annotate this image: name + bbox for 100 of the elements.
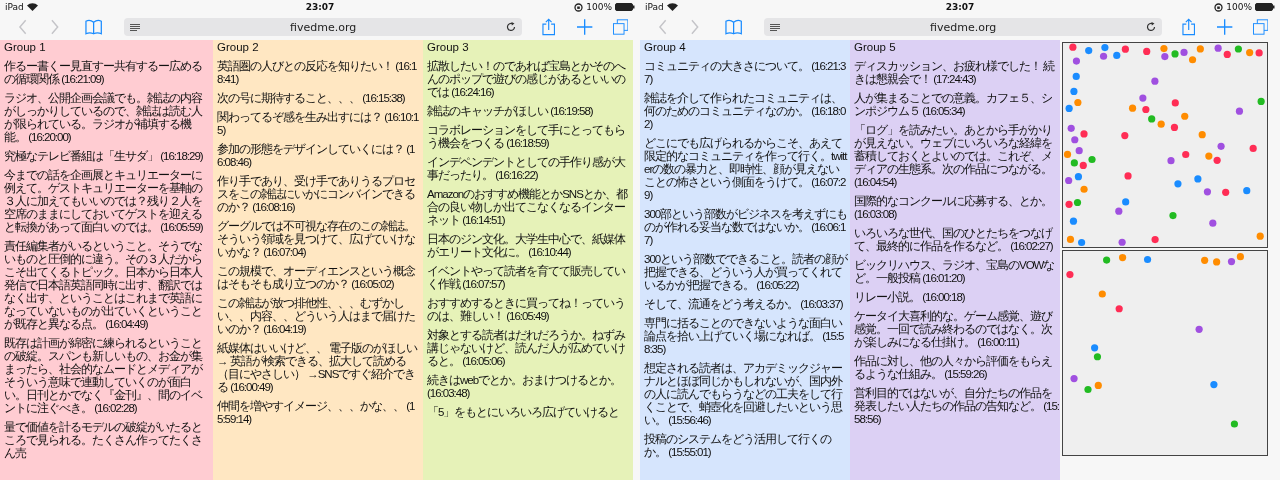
device-name: iPad xyxy=(645,2,664,12)
comment-text: 今までの話を企画展とキュリエーターに例えて。ゲストキュリエーターを基軸の３人に加えてもいいのでは？残り２人を空席のままにしておいてゲストを迎えると転換があって面白いのでは。 (16:05:59) xyxy=(4,169,204,234)
back-icon[interactable] xyxy=(18,19,28,35)
data-dot xyxy=(1234,45,1242,53)
data-dot xyxy=(1139,94,1147,102)
comment-text: 拡散したい！のであれば宝島とかそのへんのポップで遊びの感じがあるといいのでは (16:24:16) xyxy=(427,60,627,99)
comment-text: 作るー書くー見直すー共有するー広めるの循環関係 (16:21:09) xyxy=(4,60,203,86)
data-dot xyxy=(1203,188,1212,196)
data-dot xyxy=(1069,217,1078,225)
data-dot xyxy=(1075,147,1083,155)
comment-text: この規模で、オーディエンスという概念はそもそも成り立つのか？ (16:05:02) xyxy=(217,265,416,291)
battery-percent: 100% xyxy=(586,2,612,12)
comment-text: 責任編集者がいるということ。そうでないものと圧倒的に違う。その３人だからこそ出てくるトピック。日本から日本人発信で日本語英語同時に出す、翻訳ではなく出す、ということはこれまで英語になっていないものが出ていくということが既存と異なる点。 (16:04:49) xyxy=(4,240,204,331)
data-dot xyxy=(1201,256,1209,264)
data-dot xyxy=(1222,188,1230,196)
comment-text: 作品に対し、他の人々から評価をもらえるような仕組み。 (15:59:26) xyxy=(854,355,1053,381)
comment-text: リレー小説。 (16:00:18) xyxy=(854,291,966,304)
data-dot xyxy=(1143,255,1152,264)
comment-text: ケータイ大喜利的な。ゲーム感覚、遊び感覚。一回で読み終わるのではなく。次が楽しみになる仕掛け。 (16:00:11) xyxy=(854,310,1054,349)
data-dot xyxy=(1072,72,1080,81)
comment-text: コミュニティの大きさについて。 (16:21:37) xyxy=(644,60,847,86)
group-title: Group 1 xyxy=(4,41,47,54)
comment-text: ディスカッション、お疲れ様でした！ 続きは懇親会で！ (17:24:43) xyxy=(854,60,1056,86)
data-dot xyxy=(1070,87,1078,96)
comment-text: 量で価値を計るモデルの破綻がいたるところで見られる。たくさん作ってたくさん売 xyxy=(4,421,203,460)
group-title: Group 3 xyxy=(427,41,470,54)
back-icon[interactable] xyxy=(658,19,668,35)
wifi-icon xyxy=(26,3,38,11)
comment-text: 究極なテレビ番組は「生サダ」 (16:18:29) xyxy=(4,150,204,163)
comment-text: 想定される読者は、アカデミックジャーナルとほぼ同じかもしれないが、国内外の人に読んでもらうなどの工夫をして行くことで、蛸壺化を回避したいという思い。 (15:56:46) xyxy=(644,362,844,427)
comment-text: ラジオ、公開企画会議でも。雑誌の内容がしっかりしているので、雑誌は読む人が限られている。ラジオが補填する機能。 (16:20:00) xyxy=(4,92,204,144)
comment-text: この雑誌が放つ排他性、、、むずかしい、、内容、、どういう人はまで届けたいのか？ (16:04:19) xyxy=(217,297,416,336)
comment-text: 続きはwebでとか。おまけつけるとか。 (16:03:48) xyxy=(427,374,623,400)
device-name: iPad xyxy=(5,2,24,12)
plus-icon[interactable] xyxy=(1217,19,1233,35)
data-dot xyxy=(1256,232,1264,240)
data-dot xyxy=(1094,381,1102,390)
comment-text: 300という部数でできること。読者の顔が把握できる、どういう人が買ってくれているかが把握できる。 (16:05:22) xyxy=(644,253,848,292)
group-title: Group 4 xyxy=(644,41,687,54)
data-dot xyxy=(1196,45,1204,53)
battery-percent: 100% xyxy=(1226,2,1252,12)
forward-icon[interactable] xyxy=(49,19,60,35)
address-field[interactable]: fivedme.org xyxy=(764,18,1162,36)
tabs-icon[interactable] xyxy=(1252,19,1268,35)
data-dot xyxy=(1066,235,1075,243)
data-dot xyxy=(1210,380,1218,389)
reader-icon[interactable] xyxy=(130,23,141,31)
data-dot xyxy=(1257,97,1265,106)
address-field[interactable]: fivedme.org xyxy=(124,18,522,36)
data-dot xyxy=(1098,290,1106,298)
tabs-icon[interactable] xyxy=(612,19,628,35)
comment-text: 関わってるぞ感を生み出すには？ (16:10:15) xyxy=(217,111,420,137)
reload-icon[interactable] xyxy=(1145,22,1156,32)
comment-text: ビックリハウス、ラジオ、宝島のVOWなど。一般投稿 (16:01:20) xyxy=(854,259,1056,285)
data-dot xyxy=(1070,375,1078,383)
share-icon[interactable] xyxy=(1181,18,1196,36)
data-dot xyxy=(1182,150,1190,159)
clock-time: 23:07 xyxy=(305,2,335,12)
lock-rotation-icon xyxy=(1214,2,1224,12)
data-dot xyxy=(1227,257,1236,266)
battery-icon xyxy=(1255,3,1275,11)
data-dot xyxy=(1243,187,1251,195)
comment-text: コラボレーションをして手にとってもらう機会をつくる (16:18:59) xyxy=(427,124,626,150)
data-dot xyxy=(1195,325,1203,333)
reader-icon[interactable] xyxy=(770,23,781,31)
data-dot xyxy=(1217,142,1225,150)
clock-time: 23:07 xyxy=(945,2,975,12)
lock-rotation-icon xyxy=(574,2,584,12)
share-icon[interactable] xyxy=(541,18,556,36)
comment-text: イベントやって読者を育てて販売していく作戦 (16:07:57) xyxy=(427,265,627,291)
comment-text: 仲間を増やすイメージ、、、かな、、 (15:59:14) xyxy=(217,400,416,426)
data-dot xyxy=(1118,238,1126,246)
comment-text: 紙媒体はいいけど、、 電子版のがほしい → 英語が検索できる、拡大して読める（目にやさしい） →SNSですぐ紹介できる (16:00:49) xyxy=(217,342,419,394)
comment-text: 既存は計画が綿密に練られるということの破綻。スパンも新しいもの、お金が集まったら、社会的なムードとメディアがそういう意味で連動していくのが面白い。日刊とかでなく『金刊』、間のイベントに注ぐべき。 (16:02:28) xyxy=(4,337,204,415)
comment-text: 雑誌を介して作られたコミュニティは、何のためのコミュニティなのか。 (16:18:02) xyxy=(644,92,847,131)
data-dot xyxy=(1151,236,1159,244)
comment-text: 投稿のシステムをどう活用して行くのか。 (15:55:01) xyxy=(644,433,833,459)
data-dot xyxy=(1078,238,1086,247)
forward-icon[interactable] xyxy=(689,19,700,35)
comment-text: 専門に括ることのできないような面白い論点を拾い上げていく場になれば。 (15:58:35) xyxy=(644,317,845,356)
data-dot xyxy=(1249,144,1257,152)
plus-icon[interactable] xyxy=(577,19,593,35)
comment-text: おすすめするときに買ってね！っていうのは、難しい！ (16:05:49) xyxy=(427,297,626,323)
book-icon[interactable] xyxy=(85,19,103,35)
battery-icon xyxy=(615,3,635,11)
comment-text: 「5」をもとにいろいろ広げていけると xyxy=(427,406,621,419)
comment-text: Amazonのおすすめ機能とかSNSとか、都合の良い物しか出てこなくなるインターネット (16:14:51) xyxy=(427,188,629,227)
data-dot xyxy=(1235,107,1244,115)
data-dot xyxy=(1067,124,1075,132)
data-dot xyxy=(1143,47,1151,56)
data-dot xyxy=(1119,253,1127,262)
reload-icon[interactable] xyxy=(505,22,516,32)
comment-text: 営利目的ではないが、自分たちの作品を発表したい人たちの作品の告知など。 (15:58:56) xyxy=(854,387,1060,426)
data-dot xyxy=(1151,77,1159,85)
data-dot xyxy=(1169,212,1177,220)
data-dot xyxy=(1115,305,1123,313)
comment-text: 対象とする読者はだれだろうか。ねずみ講じゃないけど、読んだ人が広めていけると。 (16:05:06) xyxy=(427,329,627,368)
comment-text: 作り手であり、受け手でありうるプロセスをこの雑誌にいかにコンバインできるのか？ (16:08:16) xyxy=(217,175,416,214)
group-title: Group 2 xyxy=(217,41,260,54)
book-icon[interactable] xyxy=(725,19,743,35)
